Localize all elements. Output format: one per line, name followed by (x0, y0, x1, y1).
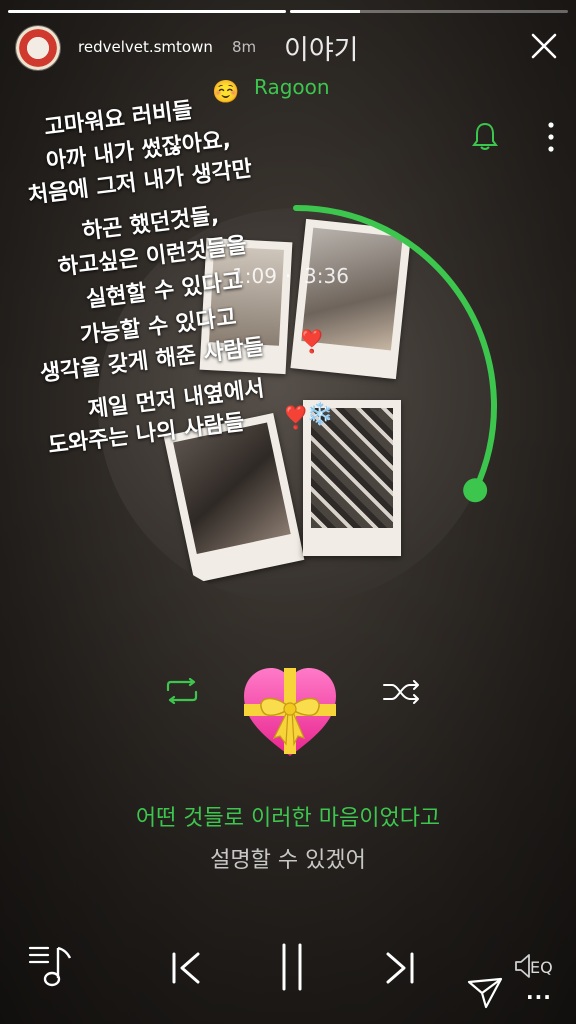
time-separator: · (285, 264, 292, 288)
username[interactable]: redvelvet.smtown (78, 38, 213, 56)
previous-track-icon[interactable] (170, 950, 202, 986)
snowflake-emoji: ❄️ (306, 402, 334, 427)
story-progress-segment (290, 10, 568, 13)
heart-with-ribbon-icon[interactable] (240, 664, 340, 760)
avatar[interactable] (16, 26, 60, 70)
smile-emoji: ☺️ (212, 80, 240, 105)
story-progress (8, 10, 568, 13)
next-track-icon[interactable] (384, 950, 416, 986)
bell-icon[interactable] (470, 120, 500, 152)
story-progress-segment (8, 10, 286, 13)
song-title: 이야기 (284, 35, 359, 66)
artist-name[interactable]: Ragoon (254, 75, 330, 99)
close-icon[interactable] (528, 30, 560, 62)
eq-label[interactable]: EQ (530, 958, 553, 977)
more-horizontal-icon[interactable]: ... (526, 980, 552, 1004)
pause-icon[interactable] (278, 942, 306, 992)
posted-time: 8m (232, 38, 257, 56)
playlist-icon[interactable] (28, 944, 74, 988)
current-lyric: 어떤 것들로 이러한 마음이었다고 (135, 806, 441, 831)
equalizer-icon[interactable] (512, 952, 532, 980)
repeat-icon[interactable] (162, 678, 202, 704)
total-time: 3:36 (304, 264, 349, 288)
more-vertical-icon[interactable] (544, 120, 558, 154)
shuffle-icon[interactable] (382, 680, 424, 704)
story-header: redvelvet.smtown 8m 이야기 (16, 24, 560, 72)
next-lyric: 설명할 수 있겠어 (210, 848, 366, 873)
send-icon[interactable] (466, 976, 504, 1010)
heart-exclamation-emoji: ❣️ (298, 330, 326, 355)
